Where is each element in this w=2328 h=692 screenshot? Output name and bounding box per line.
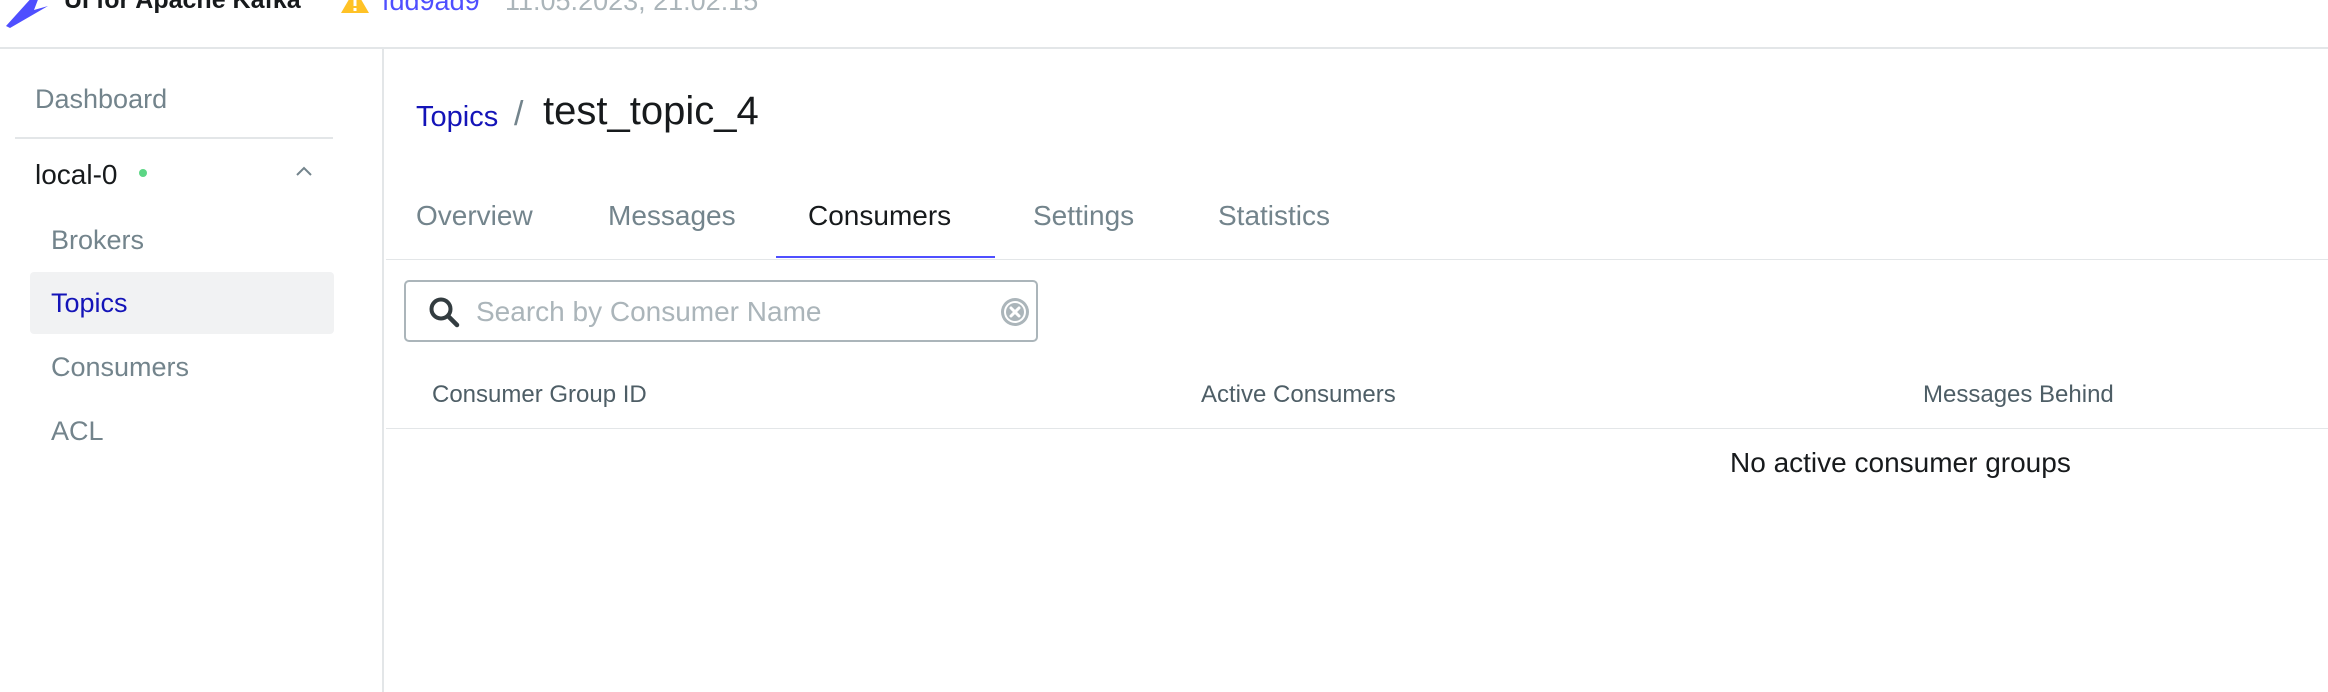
- column-consumer-group-id[interactable]: Consumer Group ID: [432, 381, 647, 409]
- search-icon: [429, 297, 460, 328]
- main-content: Topics / test_topic_4 Overview Messages …: [386, 49, 2328, 692]
- tab-settings[interactable]: Settings: [1033, 194, 1134, 260]
- page-title: test_topic_4: [543, 89, 759, 133]
- tab-messages[interactable]: Messages: [608, 194, 736, 260]
- tab-active-indicator: [776, 256, 995, 258]
- chevron-up-icon[interactable]: [295, 165, 313, 177]
- sidebar-item-dashboard[interactable]: Dashboard: [35, 84, 167, 115]
- cluster-status-dot: [139, 169, 147, 177]
- breadcrumb-topics-link[interactable]: Topics: [416, 101, 498, 134]
- breadcrumb-separator: /: [514, 95, 524, 133]
- tab-statistics[interactable]: Statistics: [1218, 194, 1330, 260]
- tab-overview[interactable]: Overview: [416, 194, 533, 260]
- tab-consumers[interactable]: Consumers: [808, 194, 951, 260]
- cluster-name: local-0: [35, 159, 118, 190]
- version-commit-link[interactable]: fdd9ad9: [382, 0, 480, 17]
- sidebar: Dashboard local-0 Brokers Topics Consume…: [0, 49, 384, 692]
- kafka-ui-logo[interactable]: [4, 0, 48, 28]
- sidebar-item-consumers[interactable]: Consumers: [30, 336, 334, 398]
- consumer-search: [404, 280, 1038, 342]
- sidebar-item-acl[interactable]: ACL: [30, 400, 334, 462]
- consumers-table-header: Consumer Group ID Active Consumers Messa…: [386, 365, 2328, 429]
- sidebar-item-topics[interactable]: Topics: [30, 272, 334, 334]
- cluster-toggle[interactable]: local-0: [15, 147, 333, 201]
- column-messages-behind[interactable]: Messages Behind: [1923, 381, 2114, 409]
- warning-icon: [341, 0, 369, 13]
- version-date: 11.05.2023, 21:02:15: [505, 0, 759, 16]
- column-active-consumers[interactable]: Active Consumers: [1201, 381, 1396, 409]
- top-bar: UI for Apache Kafka fdd9ad9 11.05.2023, …: [0, 0, 2328, 49]
- sidebar-divider: [15, 137, 333, 139]
- sidebar-item-brokers[interactable]: Brokers: [30, 209, 334, 271]
- app-title[interactable]: UI for Apache Kafka: [64, 0, 301, 15]
- topic-tabs: Overview Messages Consumers Settings Sta…: [386, 194, 2328, 260]
- clear-icon[interactable]: [1000, 297, 1030, 327]
- empty-state-message: No active consumer groups: [1730, 447, 2071, 478]
- search-input[interactable]: [476, 290, 966, 334]
